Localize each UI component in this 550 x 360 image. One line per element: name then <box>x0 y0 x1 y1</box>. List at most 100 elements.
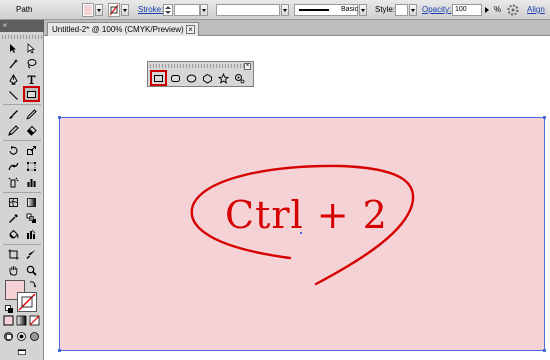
panel-grip[interactable] <box>150 64 245 68</box>
slice-tool[interactable] <box>24 247 39 262</box>
color-square-icon <box>3 315 14 326</box>
close-tab-icon[interactable]: × <box>186 25 195 34</box>
fill-swatch[interactable] <box>82 3 94 17</box>
align-label[interactable]: Align <box>527 0 545 20</box>
stroke-weight-spinner[interactable] <box>163 4 173 16</box>
opacity-slider-arrow[interactable] <box>483 4 491 16</box>
panel-collapse-bar[interactable]: « <box>0 20 44 32</box>
pen-nib-icon <box>9 74 18 85</box>
type-tool[interactable] <box>24 72 39 87</box>
document-tab[interactable]: Untitled-2* @ 100% (CMYK/Preview) × <box>47 22 199 36</box>
gradient-tool[interactable] <box>24 195 39 210</box>
polygon-tool[interactable] <box>200 71 215 85</box>
recolor-artwork-button[interactable] <box>507 4 519 16</box>
tools-divider <box>3 104 41 105</box>
tools-divider <box>3 192 41 193</box>
lasso-tool[interactable] <box>24 56 39 71</box>
eraser-icon <box>26 125 37 136</box>
swap-fill-stroke-icon[interactable] <box>29 280 37 288</box>
star-tool[interactable] <box>216 71 231 85</box>
pencil-tool[interactable] <box>24 107 39 122</box>
paint-bucket-icon <box>9 229 19 239</box>
selection-handle[interactable] <box>58 116 61 119</box>
brush-definition-value: Basic <box>341 6 359 13</box>
gradient-icon <box>27 198 36 207</box>
hand-tool[interactable] <box>6 263 21 278</box>
tools-panel-grip[interactable] <box>2 35 42 39</box>
mesh-tool[interactable] <box>6 195 21 210</box>
tools-divider <box>3 140 41 141</box>
collapse-panels-icon[interactable]: « <box>3 20 7 32</box>
variable-width-profile-dropdown[interactable] <box>281 4 289 16</box>
eraser-tool[interactable] <box>24 123 39 138</box>
default-fill-stroke-icon[interactable] <box>5 305 14 314</box>
draw-normal-button[interactable] <box>3 331 14 342</box>
selection-handle[interactable] <box>58 349 61 352</box>
direct-selection-tool[interactable] <box>24 41 39 56</box>
rectangle-tool[interactable] <box>23 86 40 102</box>
shortcut-annotation-text: Ctrl + 2 <box>225 193 388 237</box>
stroke-weight-field[interactable] <box>174 4 200 16</box>
arrow-right-icon <box>485 7 489 13</box>
polygon-icon <box>203 73 212 84</box>
rectangle-tool[interactable] <box>150 70 167 86</box>
symbol-sprayer-tool[interactable] <box>6 175 21 190</box>
magic-wand-tool[interactable] <box>6 56 21 71</box>
blend-tool[interactable] <box>24 211 39 226</box>
type-t-icon <box>27 75 36 84</box>
black-arrow-icon <box>10 44 16 53</box>
line-segment-tool[interactable] <box>6 88 21 103</box>
magnifier-icon <box>26 265 37 276</box>
magic-wand-icon <box>9 59 18 69</box>
free-transform-tool[interactable] <box>24 159 39 174</box>
zoom-tool[interactable] <box>24 263 39 278</box>
draw-behind-button[interactable] <box>16 331 27 342</box>
eyedropper-tool[interactable] <box>6 211 21 226</box>
paintbrush-tool[interactable] <box>6 107 21 122</box>
live-paint-bucket-tool[interactable] <box>6 227 21 242</box>
selection-handle[interactable] <box>543 349 546 352</box>
none-mode-button[interactable] <box>29 315 40 326</box>
rotate-icon <box>9 145 18 155</box>
color-mode-button[interactable] <box>3 315 14 326</box>
panel-close-icon[interactable]: × <box>244 63 251 70</box>
rectangle-icon <box>27 90 36 98</box>
stroke-swatch[interactable] <box>108 3 120 17</box>
live-paint-selection-tool[interactable] <box>24 227 39 242</box>
brush-definition-dropdown[interactable] <box>359 4 367 16</box>
screen-mode-icon <box>17 349 26 355</box>
selection-tool[interactable] <box>6 41 21 56</box>
pen-tool[interactable] <box>6 72 21 87</box>
opacity-field[interactable]: 100 <box>452 4 482 16</box>
draw-inside-button[interactable] <box>29 331 40 342</box>
graphic-style-dropdown[interactable] <box>409 4 417 16</box>
stroke-none-icon <box>109 4 119 16</box>
scale-icon <box>27 146 36 155</box>
variable-width-profile-field[interactable] <box>216 4 280 16</box>
gradient-mode-button[interactable] <box>16 315 27 326</box>
scale-tool[interactable] <box>24 143 39 158</box>
paintbrush-icon <box>9 110 18 119</box>
line-segment-icon <box>9 91 18 100</box>
stroke-color-swatch[interactable] <box>17 292 37 312</box>
rounded-rectangle-tool[interactable] <box>168 71 183 85</box>
warp-tool[interactable] <box>6 159 21 174</box>
none-square-icon <box>29 315 40 326</box>
selection-handle[interactable] <box>543 116 546 119</box>
stroke-label[interactable]: Stroke: <box>138 0 163 20</box>
column-graph-icon <box>27 179 36 187</box>
blob-brush-tool[interactable] <box>6 123 21 138</box>
column-graph-tool[interactable] <box>24 175 39 190</box>
change-screen-mode-button[interactable] <box>13 347 31 358</box>
ellipse-tool[interactable] <box>184 71 199 85</box>
graphic-style-swatch[interactable] <box>395 4 408 16</box>
stroke-weight-dropdown[interactable] <box>200 4 208 16</box>
flare-tool[interactable] <box>232 71 247 85</box>
crop-area-tool[interactable] <box>6 247 21 262</box>
opacity-label[interactable]: Opacity: <box>422 0 451 20</box>
ellipse-icon <box>186 74 197 82</box>
live-paint-selection-icon <box>27 229 36 239</box>
rotate-tool[interactable] <box>6 143 21 158</box>
stroke-dropdown[interactable] <box>121 4 129 16</box>
fill-dropdown[interactable] <box>95 4 103 16</box>
